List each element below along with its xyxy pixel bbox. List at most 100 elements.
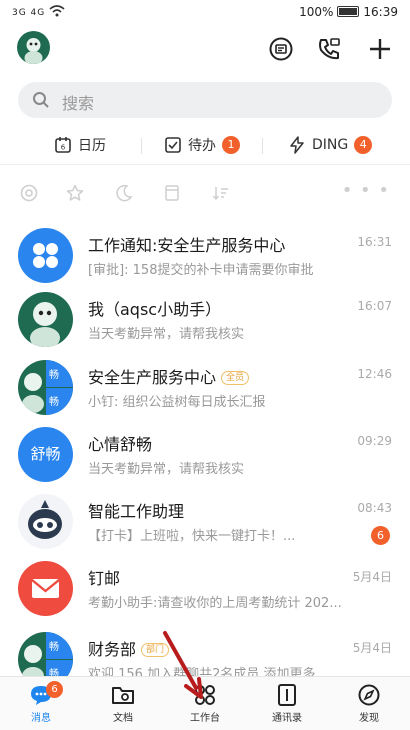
chat-preview: 考勤小助手:请查收你的上周考勤统计 202... [88, 596, 342, 611]
chat-title: 心情舒畅 [88, 435, 153, 454]
phone-icon[interactable] [316, 36, 342, 62]
quick-todo-badge: 1 [222, 136, 240, 154]
tab-workbench-label: 工作台 [190, 713, 220, 724]
me-avatar [18, 292, 73, 347]
chat-time: 08:43 [357, 501, 392, 515]
tab-messages-badge: 6 [46, 681, 63, 698]
chat-row-mail[interactable]: 钉邮 考勤小助手:请查收你的上周考勤统计 202... 5月4日 [0, 551, 410, 618]
chat-row-assistant[interactable]: 智能工作助理 【打卡】上班啦，快来一键打卡！... 08:43 6 [0, 484, 410, 551]
clock-text: 16:39 [363, 5, 398, 19]
chat-row-finance[interactable]: 畅 畅 财务部 部门 欢迎 156 加入群聊共2名成员 添加更多 5月4日 [0, 622, 410, 676]
tab-discover[interactable]: 发现 [339, 681, 399, 727]
quick-actions: 6 日历 待办 1 DING 4 [0, 126, 410, 164]
filter-bar: • • • [0, 176, 410, 210]
search-icon [33, 92, 49, 108]
contacts-icon [278, 684, 296, 706]
moon-icon[interactable] [115, 184, 133, 202]
signal-indicator: 3G 4G [12, 5, 65, 18]
compass-icon [358, 684, 380, 706]
all-members-tag: 全员 [221, 371, 250, 385]
todo-icon [165, 137, 181, 153]
tab-workbench[interactable]: 工作台 [175, 681, 235, 727]
tab-docs[interactable]: 文档 [93, 681, 153, 727]
chat-title: 工作通知:安全生产服务中心 [88, 236, 286, 255]
chat-row-safety-center[interactable]: 畅 畅 安全生产服务中心 全员 小钉: 组织公益树每日成长汇报 12:46 [0, 350, 410, 417]
workbench-grid-icon [195, 685, 215, 705]
group-avatar: 畅 畅 [18, 360, 73, 415]
avatar-text-bottom: 畅 [49, 397, 59, 408]
tab-contacts[interactable]: 通讯录 [257, 681, 317, 727]
chat-title: 财务部 部门 [88, 636, 170, 660]
chat-title: 安全生产服务中心 全员 [88, 364, 250, 388]
group-avatar: 畅 畅 [18, 632, 73, 676]
folder-icon [112, 687, 134, 704]
grid-flower-icon [33, 243, 58, 268]
tab-contacts-label: 通讯录 [272, 713, 302, 724]
department-tag: 部门 [141, 643, 170, 657]
chat-preview: 欢迎 156 加入群聊共2名成员 添加更多 [88, 667, 316, 676]
quick-separator [262, 138, 263, 154]
search-bar[interactable]: 搜索 [18, 82, 392, 118]
status-bar: 3G 4G 100% 16:39 [0, 0, 410, 26]
svg-text:6: 6 [61, 144, 66, 152]
status-right: 100% 16:39 [299, 5, 398, 19]
unread-badge: 6 [371, 526, 390, 545]
calendar-icon: 6 [55, 137, 71, 153]
chat-title: 智能工作助理 [88, 502, 185, 521]
chat-preview: 当天考勤异常，请帮我核实 [88, 462, 245, 477]
chat-time: 5月4日 [352, 570, 392, 584]
scan-chat-icon[interactable] [268, 36, 294, 62]
more-icon[interactable]: • • • [342, 180, 390, 201]
avatar-text-bottom: 畅 [49, 669, 59, 676]
chat-time: 16:07 [357, 299, 392, 313]
chat-preview: 小钉: 组织公益树每日成长汇报 [88, 395, 266, 410]
chat-time: 5月4日 [352, 641, 392, 655]
chat-time: 12:46 [357, 367, 392, 381]
at-mention-icon[interactable] [20, 184, 38, 202]
avatar-text-top: 畅 [49, 370, 59, 381]
shuchang-avatar: 舒畅 [18, 427, 73, 482]
lightning-icon [290, 136, 304, 154]
tab-messages-label: 消息 [31, 713, 51, 724]
quick-separator [141, 138, 142, 154]
work-notice-avatar [18, 228, 73, 283]
my-avatar[interactable] [17, 31, 50, 64]
add-icon[interactable] [367, 36, 393, 62]
chat-preview: 当天考勤异常，请帮我核实 [88, 327, 245, 342]
battery-icon [337, 6, 360, 17]
assistant-avatar [18, 494, 73, 549]
chat-time: 09:29 [357, 434, 392, 448]
tab-messages[interactable]: 消息 6 [11, 681, 71, 727]
bottom-tab-bar: 消息 6 文档 工作台 通讯录 发现 [0, 676, 410, 730]
chat-preview: [审批]: 158提交的补卡申请需要你审批 [88, 263, 314, 278]
chat-list: 工作通知:安全生产服务中心 [审批]: 158提交的补卡申请需要你审批 16:3… [0, 218, 410, 676]
battery-text: 100% [299, 5, 334, 19]
robot-icon [28, 500, 62, 539]
quick-calendar-label: 日历 [78, 138, 106, 154]
quick-ding-label: DING [312, 137, 349, 153]
mail-avatar [18, 561, 73, 616]
chat-title: 我（aqsc小助手） [88, 300, 222, 319]
divider [0, 164, 410, 165]
quick-calendar[interactable]: 6 日历 [54, 134, 106, 156]
search-placeholder: 搜索 [62, 94, 95, 113]
chat-row-me[interactable]: 我（aqsc小助手） 当天考勤异常，请帮我核实 16:07 [0, 282, 410, 349]
chat-title: 钉邮 [88, 569, 121, 588]
chat-row-work-notice[interactable]: 工作通知:安全生产服务中心 [审批]: 158提交的补卡申请需要你审批 16:3… [0, 218, 410, 285]
avatar-text: 舒畅 [30, 445, 61, 463]
quick-ding-badge: 4 [354, 136, 373, 154]
quick-todo[interactable]: 待办 1 [164, 134, 240, 156]
chat-time: 16:31 [357, 235, 392, 249]
avatar-text-top: 畅 [49, 642, 59, 653]
tab-discover-label: 发现 [359, 713, 379, 724]
chat-row-shuchang[interactable]: 舒畅 心情舒畅 当天考勤异常，请帮我核实 09:29 [0, 417, 410, 484]
quick-ding[interactable]: DING 4 [288, 134, 373, 156]
tab-docs-label: 文档 [113, 713, 133, 724]
mail-icon [31, 579, 60, 598]
sort-icon[interactable] [212, 184, 230, 202]
top-bar [0, 26, 410, 74]
chat-preview: 【打卡】上班啦，快来一键打卡！... [88, 529, 296, 544]
quick-todo-label: 待办 [188, 138, 216, 154]
star-icon[interactable] [66, 184, 84, 202]
archive-icon[interactable] [163, 184, 181, 202]
